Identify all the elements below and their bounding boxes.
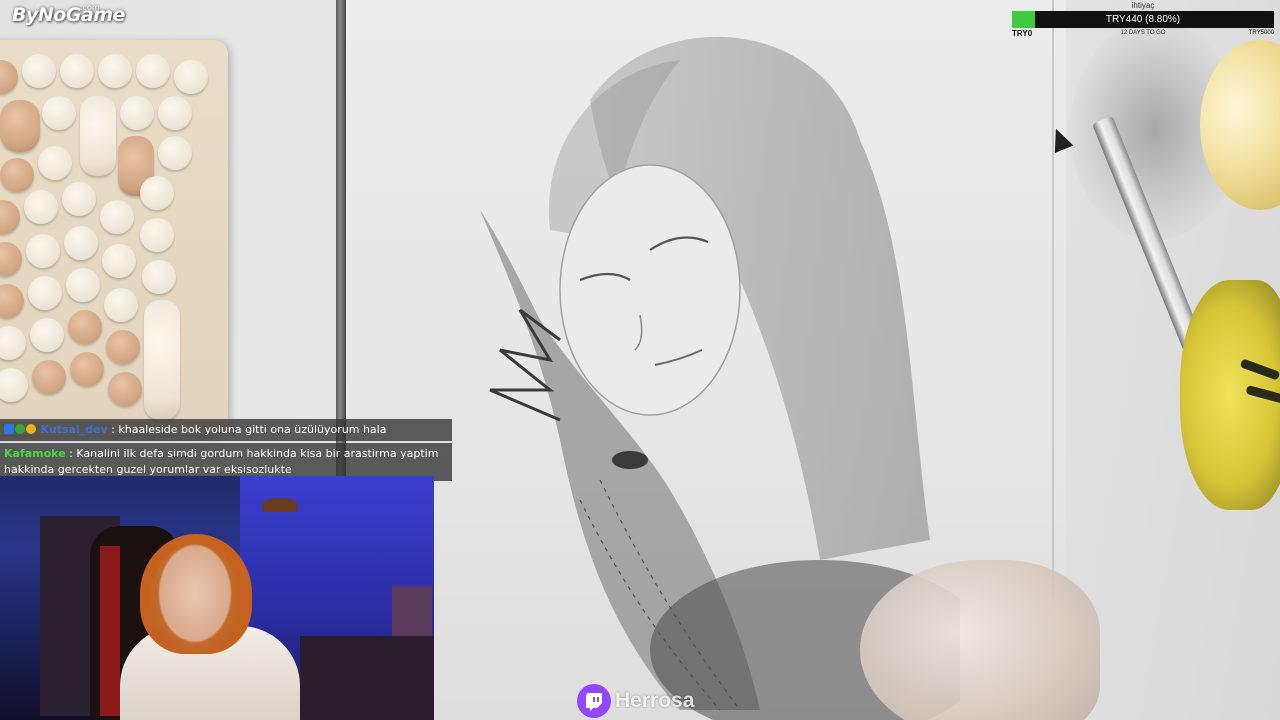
gold-badge-icon — [26, 424, 36, 434]
goal-max-label: TRY5000 — [1248, 30, 1274, 36]
goal-progress-bar: TRY440 (8.80%) — [1012, 11, 1274, 28]
twitch-icon — [577, 684, 611, 718]
desk-lamp-pole — [336, 0, 346, 480]
twitch-prime-icon — [4, 424, 14, 434]
sponsor-logo: ByNoGame — [12, 4, 125, 26]
channel-name: Herrosa — [615, 689, 695, 712]
chat-text: khaaleside bok yoluna gitti ona üzülüyor… — [118, 423, 387, 436]
streamer-face — [150, 544, 240, 654]
chat-message: Kutsal_dev : khaaleside bok yoluna gitti… — [0, 419, 452, 441]
sponsor-logo-suffix: .com — [80, 3, 100, 12]
paper-edge — [1052, 0, 1054, 600]
retro-keyboard — [0, 40, 228, 435]
green-gem-icon — [15, 424, 25, 434]
chat-username[interactable]: Kutsal_dev — [41, 423, 108, 436]
webcam-chair-accent — [100, 546, 120, 716]
webcam-desk — [300, 636, 434, 720]
yellow-figurine — [1180, 280, 1280, 510]
chat-separator: : — [107, 423, 119, 436]
webcam-overlay — [0, 476, 434, 720]
goal-amount: TRY440 (8.80%) — [1105, 14, 1181, 25]
goal-title: ihtiyaç — [1131, 1, 1155, 10]
chat-overlay: Kutsal_dev : khaaleside bok yoluna gitti… — [0, 419, 452, 481]
goal-days-left: 12 DAYS TO GO — [1120, 30, 1166, 36]
twitch-watermark: Herrosa — [577, 684, 694, 718]
donation-goal-widget: ihtiyaç TRY440 (8.80%) TRY0 12 DAYS TO G… — [1012, 0, 1274, 40]
chat-username[interactable]: Kafamoke — [4, 447, 66, 460]
chat-separator: : — [65, 447, 77, 460]
webcam-ceiling-lamp — [262, 498, 298, 512]
